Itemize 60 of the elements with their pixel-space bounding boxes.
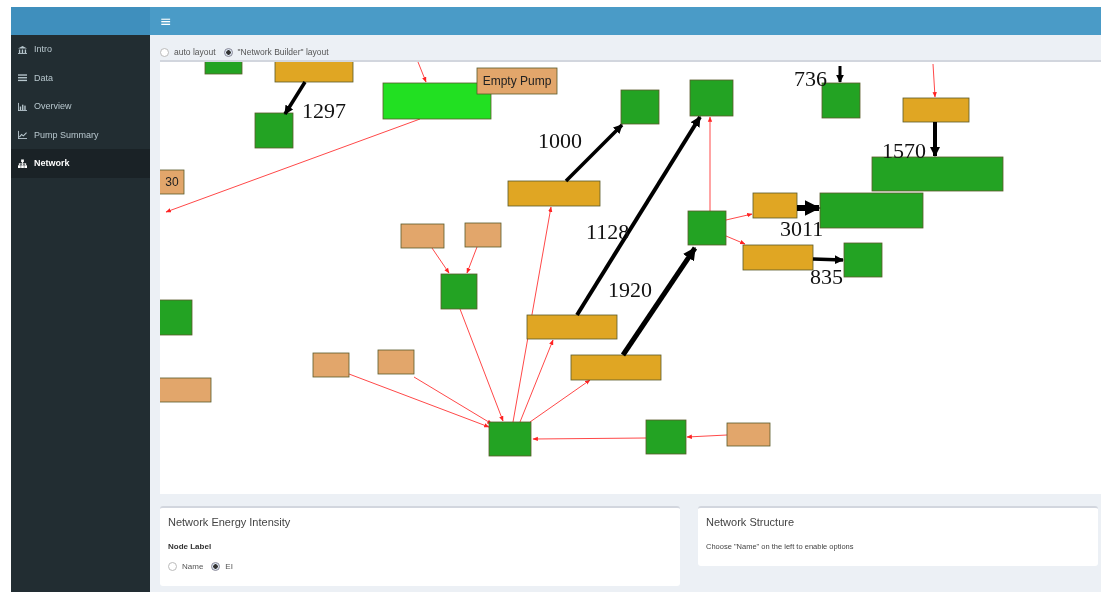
plant-node[interactable]	[620, 89, 660, 125]
radio-button[interactable]	[223, 47, 233, 57]
plant-node[interactable]	[204, 62, 243, 75]
plant-node[interactable]	[689, 79, 734, 117]
flow-arrow	[797, 200, 821, 216]
plant-node[interactable]	[645, 419, 687, 455]
node-label: Empty Pump	[482, 74, 552, 88]
flow-arrow	[812, 255, 844, 265]
radio-button[interactable]	[160, 47, 169, 57]
plant-node[interactable]	[254, 112, 294, 149]
layout-option[interactable]: "Network Builder" layout	[223, 47, 329, 57]
pump-node[interactable]	[274, 62, 354, 83]
source-node[interactable]	[312, 352, 350, 378]
pump-node[interactable]	[507, 180, 601, 207]
sidebar-item[interactable]: Data	[11, 63, 150, 92]
flow-label: 1297	[302, 98, 346, 123]
radio-button[interactable]	[211, 562, 221, 571]
sidebar-item[interactable]: Network	[11, 149, 150, 178]
flow-label: 3011	[780, 216, 824, 241]
layout-option[interactable]: auto layout	[160, 47, 216, 57]
table-icon	[18, 73, 27, 83]
flow-arrow	[929, 122, 941, 158]
flow-label: 1920	[608, 277, 652, 302]
source-node[interactable]	[160, 377, 212, 403]
source-node[interactable]	[726, 422, 771, 447]
bar-chart-icon	[18, 101, 27, 111]
flow-label: 736	[794, 66, 827, 91]
line-chart-icon	[18, 130, 27, 140]
plant-node[interactable]	[488, 421, 532, 457]
plant-node[interactable]	[871, 156, 1004, 192]
plant-node[interactable]	[160, 299, 193, 336]
sidebar-item[interactable]: Overview	[11, 92, 150, 121]
box-title: Network Energy Intensity	[168, 516, 292, 528]
radio-option[interactable]: Name	[168, 562, 204, 571]
source-node[interactable]	[160, 169, 185, 195]
source-node[interactable]	[476, 67, 558, 95]
sitemap-icon	[18, 158, 27, 168]
sidebar-item[interactable]: Pump Summary	[11, 120, 150, 149]
pump-node[interactable]	[742, 244, 814, 271]
flow-arrow	[836, 66, 844, 83]
field-label: Node Label	[168, 542, 213, 551]
pump-node[interactable]	[752, 192, 798, 219]
pump-node[interactable]	[526, 314, 618, 340]
node-label: 30	[165, 175, 179, 189]
plant-node[interactable]	[843, 242, 883, 278]
plant-node[interactable]	[687, 210, 727, 246]
flow-label: 1570	[882, 138, 926, 163]
plant-node[interactable]	[440, 273, 478, 310]
bank-icon	[18, 44, 27, 54]
radio-option[interactable]: EI	[211, 562, 233, 571]
flow-label: 835	[810, 264, 843, 289]
flow-label: 1000	[538, 128, 582, 153]
box-title: Network Structure	[706, 516, 796, 528]
source-node[interactable]	[464, 222, 502, 248]
sidebar-item[interactable]: Intro	[11, 35, 150, 64]
pump-node[interactable]	[902, 97, 970, 123]
source-node[interactable]	[400, 223, 445, 249]
pump-node[interactable]	[570, 354, 662, 381]
radio-button[interactable]	[168, 562, 177, 571]
source-node[interactable]	[377, 349, 415, 375]
